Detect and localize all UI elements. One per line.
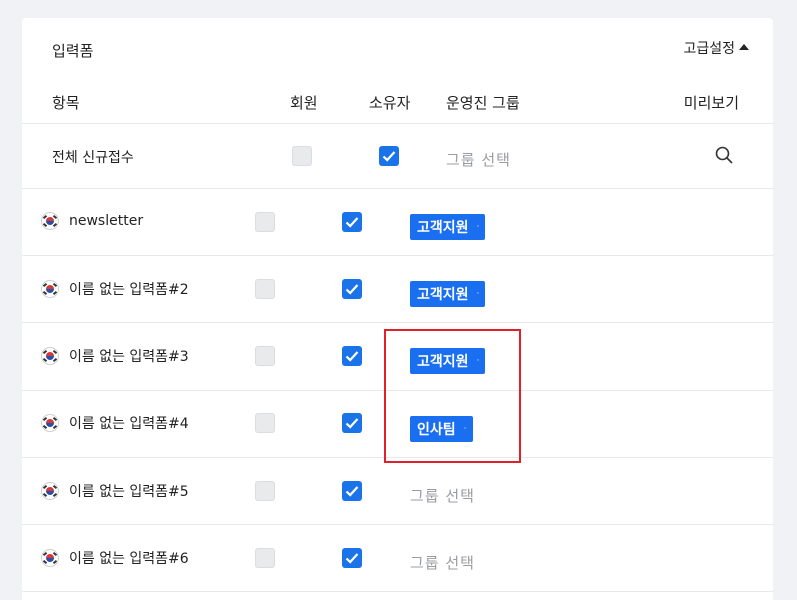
check-icon xyxy=(345,553,359,564)
form-permissions-panel: 입력폼 고급설정 항목 회원 소유자 운영진 그룹 미리보기 전체 신규접수 그… xyxy=(22,18,773,600)
member-checkbox[interactable] xyxy=(255,548,275,568)
member-checkbox[interactable] xyxy=(255,413,275,433)
owner-checkbox[interactable] xyxy=(342,346,362,366)
all-member-checkbox[interactable] xyxy=(292,146,312,166)
form-row-label: 이름 없는 입력폼#5 xyxy=(41,481,189,501)
check-icon xyxy=(345,284,359,295)
all-group-select[interactable]: 그룹 선택 xyxy=(446,149,511,170)
form-name: 이름 없는 입력폼#3 xyxy=(69,349,189,365)
tag-remove-icon[interactable]: · xyxy=(477,289,480,299)
form-name: 이름 없는 입력폼#6 xyxy=(69,551,189,567)
form-row-label: newsletter xyxy=(41,212,143,230)
korea-flag-icon xyxy=(41,347,59,365)
check-icon xyxy=(345,351,359,362)
highlight-box xyxy=(384,329,521,463)
form-name: 이름 없는 입력폼#2 xyxy=(69,282,189,298)
all-owner-checkbox[interactable] xyxy=(379,146,399,166)
divider xyxy=(22,123,773,124)
owner-checkbox[interactable] xyxy=(342,413,362,433)
member-checkbox[interactable] xyxy=(255,279,275,299)
form-name: newsletter xyxy=(69,213,144,229)
divider xyxy=(22,322,773,323)
korea-flag-icon xyxy=(41,549,59,567)
check-icon xyxy=(382,151,396,162)
check-icon xyxy=(345,486,359,497)
form-row-label: 이름 없는 입력폼#4 xyxy=(41,413,189,433)
korea-flag-icon xyxy=(41,280,59,298)
member-checkbox[interactable] xyxy=(255,212,275,232)
column-header-owner: 소유자 xyxy=(369,94,411,112)
group-select[interactable]: 그룹 선택 xyxy=(410,552,475,573)
korea-flag-icon xyxy=(41,414,59,432)
tag-remove-icon[interactable]: · xyxy=(477,222,480,232)
form-name: 이름 없는 입력폼#4 xyxy=(69,416,189,432)
korea-flag-icon xyxy=(41,212,59,230)
column-header-item: 항목 xyxy=(52,94,80,112)
owner-checkbox[interactable] xyxy=(342,548,362,568)
column-header-admin-group: 운영진 그룹 xyxy=(446,94,520,112)
advanced-settings-toggle[interactable]: 고급설정 xyxy=(683,38,749,58)
member-checkbox[interactable] xyxy=(255,346,275,366)
search-icon[interactable] xyxy=(714,145,734,169)
group-tag-label: 고객지원 xyxy=(417,287,469,303)
caret-up-icon xyxy=(739,44,749,50)
divider xyxy=(22,188,773,189)
owner-checkbox[interactable] xyxy=(342,481,362,501)
member-checkbox[interactable] xyxy=(255,481,275,501)
korea-flag-icon xyxy=(41,482,59,500)
all-row-label: 전체 신규접수 xyxy=(52,150,134,166)
group-tag[interactable]: 고객지원 · xyxy=(410,281,486,307)
form-row-label: 이름 없는 입력폼#3 xyxy=(41,346,189,366)
owner-checkbox[interactable] xyxy=(342,212,362,232)
panel-title: 입력폼 xyxy=(52,42,94,60)
group-select[interactable]: 그룹 선택 xyxy=(410,485,475,506)
advanced-settings-label: 고급설정 xyxy=(683,41,735,57)
column-header-preview: 미리보기 xyxy=(683,94,739,112)
form-row-label: 이름 없는 입력폼#2 xyxy=(41,279,189,299)
form-name: 이름 없는 입력폼#5 xyxy=(69,484,189,500)
divider xyxy=(22,524,773,525)
owner-checkbox[interactable] xyxy=(342,279,362,299)
check-icon xyxy=(345,418,359,429)
column-header-member: 회원 xyxy=(290,94,318,112)
divider xyxy=(22,255,773,256)
form-row-label: 이름 없는 입력폼#6 xyxy=(41,548,189,568)
check-icon xyxy=(345,217,359,228)
group-tag-label: 고객지원 xyxy=(417,220,469,236)
divider xyxy=(22,591,773,592)
group-tag[interactable]: 고객지원 · xyxy=(410,214,486,240)
